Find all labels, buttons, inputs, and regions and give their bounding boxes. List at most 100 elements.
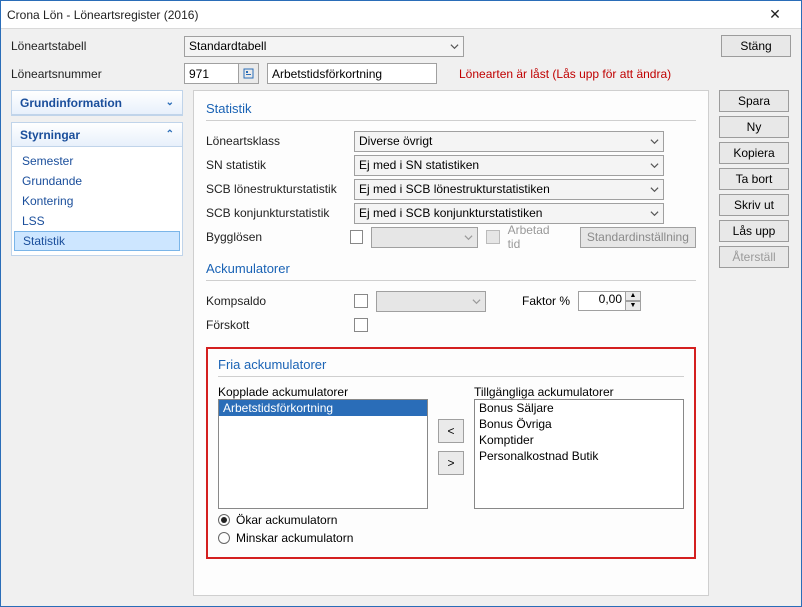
move-right-button[interactable]: > [438,451,464,475]
right-buttons: Spara Ny Kopiera Ta bort Skriv ut Lås up… [719,90,791,596]
sidebar-item-lss[interactable]: LSS [12,211,182,231]
spinner-faktor[interactable]: 0,00 ▲▼ [578,291,641,311]
fria-ackumulatorer-box: Fria ackumulatorer Kopplade ackumulatore… [206,347,696,559]
tabort-button[interactable]: Ta bort [719,168,789,190]
select-scb-lonestruktur[interactable]: Ej med i SCB lönestrukturstatistiken [354,179,664,200]
panel-grundinformation: Grundinformation ⌄ [11,90,183,116]
row-kompsaldo: Kompsaldo Faktor % 0,00 ▲▼ [206,289,696,313]
list-item[interactable]: Personalkostnad Butik [475,448,683,464]
lookup-icon[interactable] [239,63,259,84]
label-tillgangliga: Tillgängliga ackumulatorer [474,385,684,399]
row-scb-lonestruktur: SCB lönestrukturstatistik Ej med i SCB l… [206,177,696,201]
select-loneartstabell-value: Standardtabell [189,39,266,53]
panel-header-styrningar[interactable]: Styrningar ⌃ [12,123,182,147]
label-loneartsklass: Löneartsklass [206,134,346,148]
kopiera-button[interactable]: Kopiera [719,142,789,164]
close-button[interactable]: Stäng [721,35,791,57]
select-kompsaldo [376,291,486,312]
chevron-down-icon [650,207,659,221]
checkbox-kompsaldo[interactable] [354,294,368,308]
select-loneartsklass[interactable]: Diverse övrigt [354,131,664,152]
aterstall-button: Återställ [719,246,789,268]
panel-styrningar: Styrningar ⌃ Semester Grundande Konterin… [11,122,183,256]
section-fria-ackumulatorer: Fria ackumulatorer [218,357,684,372]
row-forskott: Förskott [206,313,696,337]
select-value: Ej med i SCB lönestrukturstatistiken [359,182,550,196]
select-sn-statistik[interactable]: Ej med i SN statistiken [354,155,664,176]
chevron-down-icon [464,231,473,245]
chevron-down-icon [650,159,659,173]
radio-icon [218,514,230,526]
label-bygglosen: Bygglösen [206,230,342,244]
list-item[interactable]: Bonus Övriga [475,416,683,432]
radio-minskar[interactable]: Minskar ackumulatorn [218,531,684,545]
row-loneartsklass: Löneartsklass Diverse övrigt [206,129,696,153]
select-scb-konjunktur[interactable]: Ej med i SCB konjunkturstatistiken [354,203,664,224]
label-arbetad-tid: Arbetad tid [508,223,564,251]
spinner-down-icon[interactable]: ▼ [626,301,641,311]
label-kompsaldo: Kompsaldo [206,294,346,308]
row-scb-konjunktur: SCB konjunkturstatistik Ej med i SCB kon… [206,201,696,225]
select-bygglosen [371,227,478,248]
sidebar: Grundinformation ⌄ Styrningar ⌃ Semester… [11,90,183,596]
spinner-faktor-value[interactable]: 0,00 [578,291,626,311]
move-left-button[interactable]: < [438,419,464,443]
body: Grundinformation ⌄ Styrningar ⌃ Semester… [1,90,801,606]
input-loneartsnummer[interactable]: 971 [184,63,239,84]
sidebar-items: Semester Grundande Kontering LSS Statist… [12,147,182,255]
label-loneartsnummer: Löneartsnummer [11,67,176,81]
checkbox-bygglosen[interactable] [350,230,364,244]
listbox-tillgangliga[interactable]: Bonus Säljare Bonus Övriga Komptider Per… [474,399,684,509]
chevron-down-icon: ⌄ [166,97,174,108]
radio-icon [218,532,230,544]
select-value: Diverse övrigt [359,134,432,148]
label-kopplade: Kopplade ackumulatorer [218,385,428,399]
radio-label: Minskar ackumulatorn [236,531,353,545]
listbox-kopplade[interactable]: Arbetstidsförkortning [218,399,428,509]
checkbox-arbetad-tid [486,230,500,244]
label-scb-lonestruktur: SCB lönestrukturstatistik [206,182,346,196]
window-title: Crona Lön - Löneartsregister (2016) [7,8,755,22]
row-loneartstabell: Löneartstabell Standardtabell Stäng [1,29,801,63]
select-loneartstabell[interactable]: Standardtabell [184,36,464,57]
label-sn-statistik: SN statistik [206,158,346,172]
row-loneartsnummer: Löneartsnummer 971 Arbetstidsförkortning… [1,63,801,90]
main-panel: Statistik Löneartsklass Diverse övrigt S… [193,90,709,596]
list-item[interactable]: Arbetstidsförkortning [219,400,427,416]
spara-button[interactable]: Spara [719,90,789,112]
window: Crona Lön - Löneartsregister (2016) ✕ Lö… [0,0,802,607]
radio-label: Ökar ackumulatorn [236,513,337,527]
panel-header-label: Styrningar [20,128,80,142]
input-loneartsnamn[interactable]: Arbetstidsförkortning [267,63,437,84]
radio-okar[interactable]: Ökar ackumulatorn [218,513,684,527]
panel-header-grundinformation[interactable]: Grundinformation ⌄ [12,91,182,115]
standardinstallning-button: Standardinställning [580,227,696,248]
list-item[interactable]: Bonus Säljare [475,400,683,416]
ny-button[interactable]: Ny [719,116,789,138]
list-item[interactable]: Komptider [475,432,683,448]
chevron-down-icon [472,295,481,309]
close-icon[interactable]: ✕ [755,4,795,26]
checkbox-forskott[interactable] [354,318,368,332]
spinner-up-icon[interactable]: ▲ [626,291,641,301]
titlebar: Crona Lön - Löneartsregister (2016) ✕ [1,1,801,29]
label-faktor: Faktor % [522,294,570,308]
section-statistik: Statistik [206,101,696,116]
label-scb-konjunktur: SCB konjunkturstatistik [206,206,346,220]
sidebar-item-statistik[interactable]: Statistik [14,231,180,251]
label-forskott: Förskott [206,318,346,332]
lasupp-button[interactable]: Lås upp [719,220,789,242]
chevron-down-icon [450,40,459,54]
section-ackumulatorer: Ackumulatorer [206,261,696,276]
row-bygglosen: Bygglösen Arbetad tid Standardinställnin… [206,225,696,249]
chevron-up-icon: ⌃ [166,129,174,140]
sidebar-item-semester[interactable]: Semester [12,151,182,171]
sidebar-item-kontering[interactable]: Kontering [12,191,182,211]
sidebar-item-grundande[interactable]: Grundande [12,171,182,191]
label-loneartstabell: Löneartstabell [11,39,176,53]
skrivut-button[interactable]: Skriv ut [719,194,789,216]
chevron-down-icon [650,135,659,149]
chevron-down-icon [650,183,659,197]
select-value: Ej med i SN statistiken [359,158,479,172]
select-value: Ej med i SCB konjunkturstatistiken [359,206,542,220]
